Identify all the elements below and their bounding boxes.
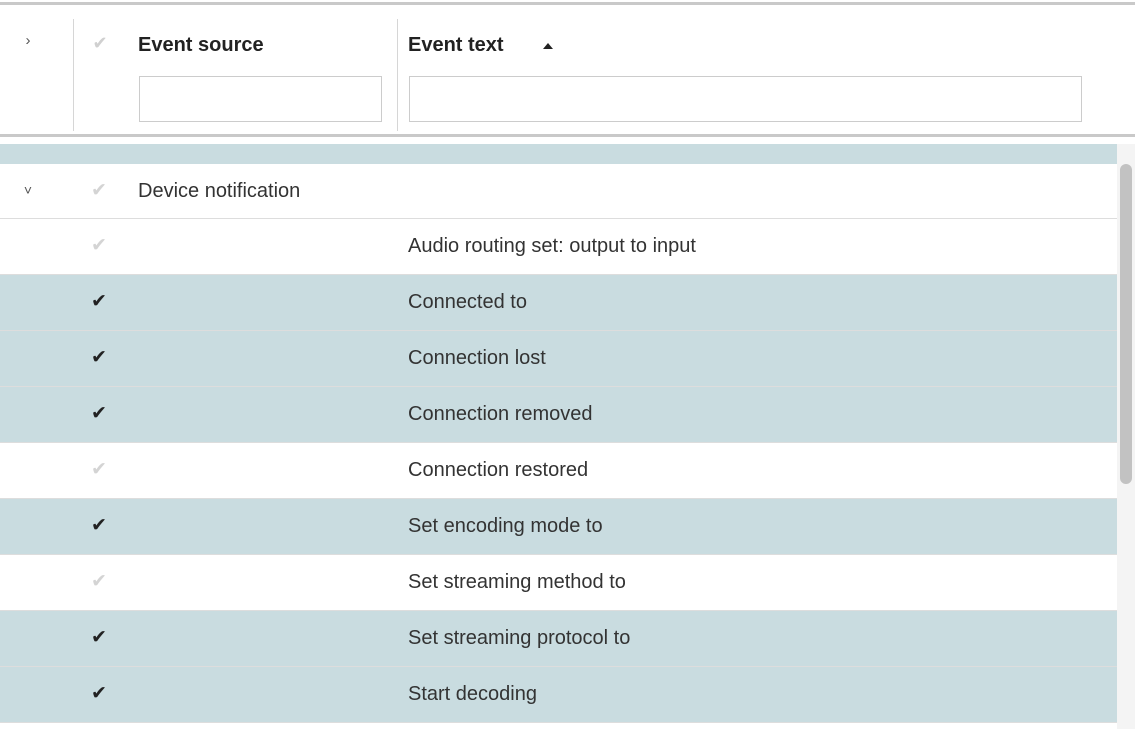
checkmark-icon[interactable]: ✔ bbox=[86, 401, 112, 427]
checkmark-icon[interactable]: ✔ bbox=[86, 513, 112, 539]
event-text-cell: Set streaming method to bbox=[408, 571, 626, 593]
table-row-partial[interactable] bbox=[0, 144, 1117, 164]
event-text-cell: Audio routing set: output to input bbox=[408, 235, 696, 257]
event-text-cell: Connection removed bbox=[408, 403, 593, 425]
event-text-filter-input[interactable] bbox=[409, 76, 1082, 122]
event-source-filter-input[interactable] bbox=[139, 76, 382, 122]
table-row[interactable]: ✔ Connection removed bbox=[0, 387, 1117, 443]
event-text-cell: Connection restored bbox=[408, 459, 589, 481]
event-text-cell: Set streaming protocol to bbox=[408, 627, 631, 649]
table-row[interactable]: ✔ Start decoding bbox=[0, 667, 1117, 723]
chevron-right-icon[interactable]: › bbox=[18, 31, 38, 51]
group-label: Device notification bbox=[138, 180, 301, 202]
sort-ascending-icon[interactable] bbox=[543, 43, 553, 49]
table-row[interactable]: ✔ Audio routing set: output to input bbox=[0, 219, 1117, 275]
vertical-scrollbar[interactable] bbox=[1117, 144, 1135, 729]
chevron-down-icon[interactable]: ˅ bbox=[18, 179, 38, 201]
table-row[interactable]: ✔ Set encoding mode to bbox=[0, 499, 1117, 555]
checkmark-icon[interactable]: ✔ bbox=[86, 457, 112, 483]
checkmark-icon[interactable]: ✔ bbox=[86, 681, 112, 707]
checkmark-icon[interactable]: ✔ bbox=[86, 625, 112, 651]
table-header-border bbox=[0, 134, 1135, 137]
select-all-checkmark-icon[interactable]: ✔ bbox=[88, 31, 112, 55]
column-header-event-source[interactable]: Event source bbox=[138, 33, 264, 57]
group-row-device-notification[interactable]: ˅ ✔ Device notification bbox=[0, 164, 1117, 219]
checkmark-icon[interactable]: ✔ bbox=[86, 178, 112, 204]
event-text-cell: Set encoding mode to bbox=[408, 515, 603, 537]
column-header-event-text[interactable]: Event text bbox=[408, 33, 504, 57]
table-row[interactable]: ✔ Set streaming protocol to bbox=[0, 611, 1117, 667]
scrollbar-thumb[interactable] bbox=[1120, 164, 1132, 484]
checkmark-icon[interactable]: ✔ bbox=[86, 289, 112, 315]
table-row[interactable]: ✔ Connected to bbox=[0, 275, 1117, 331]
table-header: › ✔ Event source Event text bbox=[0, 5, 1135, 135]
column-divider bbox=[73, 19, 74, 131]
checkmark-icon[interactable]: ✔ bbox=[86, 345, 112, 371]
checkmark-icon[interactable]: ✔ bbox=[86, 569, 112, 595]
event-text-cell: Start decoding bbox=[408, 683, 537, 705]
table-row[interactable]: ✔ Connection lost bbox=[0, 331, 1117, 387]
column-divider bbox=[397, 19, 398, 131]
checkmark-icon[interactable]: ✔ bbox=[86, 233, 112, 259]
event-text-cell: Connection lost bbox=[408, 347, 546, 369]
event-text-cell: Connected to bbox=[408, 291, 527, 313]
event-list: ˅ ✔ Device notification ✔ Audio routing s… bbox=[0, 144, 1117, 729]
table-row[interactable]: ✔ Set streaming method to bbox=[0, 555, 1117, 611]
table-row[interactable]: ✔ Connection restored bbox=[0, 443, 1117, 499]
